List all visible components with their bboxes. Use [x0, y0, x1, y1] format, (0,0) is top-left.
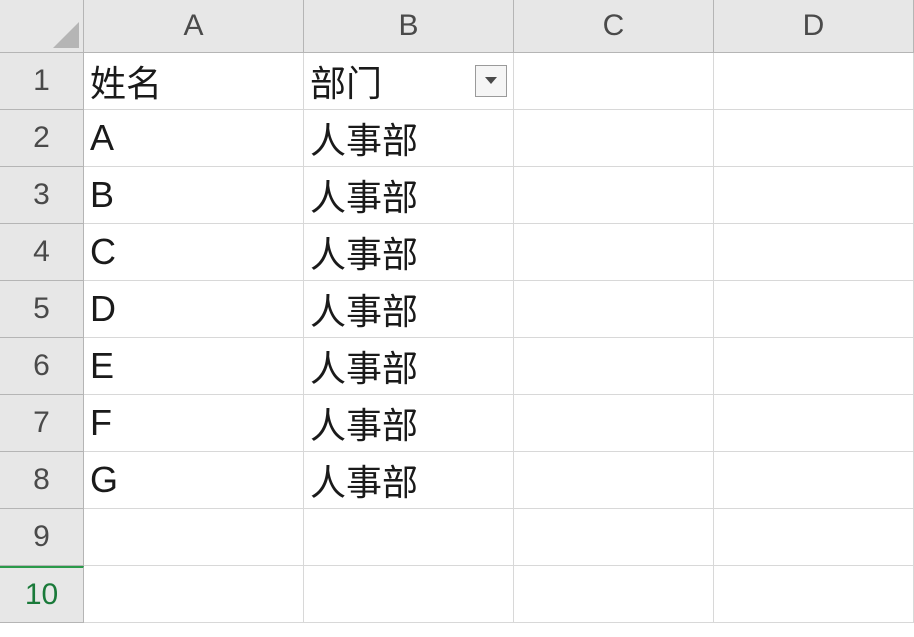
cell-A2[interactable]: A [84, 110, 304, 167]
cell-D5[interactable] [714, 281, 914, 338]
row-header-label: 2 [33, 121, 50, 155]
cell-value: 人事部 [310, 226, 418, 278]
cell-D4[interactable] [714, 224, 914, 281]
cell-D7[interactable] [714, 395, 914, 452]
cell-value: B [90, 174, 114, 216]
col-header-A[interactable]: A [84, 0, 304, 53]
cell-value: 人事部 [310, 340, 418, 392]
row-header-8[interactable]: 8 [0, 452, 84, 509]
cell-value: 人事部 [310, 112, 418, 164]
cell-A1[interactable]: 姓名 [84, 53, 304, 110]
cell-A10[interactable] [84, 566, 304, 623]
row-header-6[interactable]: 6 [0, 338, 84, 395]
cell-C7[interactable] [514, 395, 714, 452]
cell-A9[interactable] [84, 509, 304, 566]
cell-value: 部门 [310, 55, 382, 107]
chevron-down-icon [484, 76, 498, 86]
cell-value: C [90, 231, 116, 273]
cell-C6[interactable] [514, 338, 714, 395]
cell-C4[interactable] [514, 224, 714, 281]
row-header-10[interactable]: 10 [0, 566, 84, 623]
cell-C1[interactable] [514, 53, 714, 110]
cell-A4[interactable]: C [84, 224, 304, 281]
col-header-label: D [803, 9, 825, 43]
cell-value: 人事部 [310, 397, 418, 449]
cell-D10[interactable] [714, 566, 914, 623]
cell-C9[interactable] [514, 509, 714, 566]
spreadsheet-grid: A B C D 1 姓名 部门 2 A 人事部 3 B 人事部 4 C 人事部 … [0, 0, 914, 623]
col-header-label: A [183, 9, 203, 43]
cell-B4[interactable]: 人事部 [304, 224, 514, 281]
select-all-icon [53, 22, 79, 48]
cell-C8[interactable] [514, 452, 714, 509]
cell-B10[interactable] [304, 566, 514, 623]
cell-B8[interactable]: 人事部 [304, 452, 514, 509]
cell-value: 人事部 [310, 169, 418, 221]
row-header-7[interactable]: 7 [0, 395, 84, 452]
cell-D1[interactable] [714, 53, 914, 110]
cell-B1[interactable]: 部门 [304, 53, 514, 110]
row-header-2[interactable]: 2 [0, 110, 84, 167]
col-header-label: B [398, 9, 418, 43]
cell-C5[interactable] [514, 281, 714, 338]
row-header-9[interactable]: 9 [0, 509, 84, 566]
cell-A5[interactable]: D [84, 281, 304, 338]
cell-A6[interactable]: E [84, 338, 304, 395]
select-all-corner[interactable] [0, 0, 84, 53]
cell-value: 姓名 [90, 55, 162, 107]
cell-value: G [90, 459, 118, 501]
cell-A7[interactable]: F [84, 395, 304, 452]
row-header-5[interactable]: 5 [0, 281, 84, 338]
row-header-label: 1 [33, 64, 50, 98]
row-header-label: 3 [33, 178, 50, 212]
col-header-C[interactable]: C [514, 0, 714, 53]
cell-C10[interactable] [514, 566, 714, 623]
filter-dropdown-button[interactable] [475, 65, 507, 97]
cell-D8[interactable] [714, 452, 914, 509]
row-header-label: 6 [33, 349, 50, 383]
cell-B9[interactable] [304, 509, 514, 566]
cell-D3[interactable] [714, 167, 914, 224]
cell-B5[interactable]: 人事部 [304, 281, 514, 338]
cell-B2[interactable]: 人事部 [304, 110, 514, 167]
cell-value: 人事部 [310, 283, 418, 335]
row-header-label: 10 [25, 578, 58, 612]
row-header-label: 5 [33, 292, 50, 326]
cell-B6[interactable]: 人事部 [304, 338, 514, 395]
row-header-label: 7 [33, 406, 50, 440]
row-header-3[interactable]: 3 [0, 167, 84, 224]
cell-B3[interactable]: 人事部 [304, 167, 514, 224]
cell-D9[interactable] [714, 509, 914, 566]
cell-value: D [90, 288, 116, 330]
row-header-1[interactable]: 1 [0, 53, 84, 110]
cell-A8[interactable]: G [84, 452, 304, 509]
cell-A3[interactable]: B [84, 167, 304, 224]
col-header-B[interactable]: B [304, 0, 514, 53]
cell-C3[interactable] [514, 167, 714, 224]
col-header-label: C [603, 9, 625, 43]
cell-value: A [90, 117, 114, 159]
cell-D2[interactable] [714, 110, 914, 167]
row-header-4[interactable]: 4 [0, 224, 84, 281]
col-header-D[interactable]: D [714, 0, 914, 53]
cell-D6[interactable] [714, 338, 914, 395]
cell-B7[interactable]: 人事部 [304, 395, 514, 452]
cell-C2[interactable] [514, 110, 714, 167]
row-header-label: 9 [33, 520, 50, 554]
cell-value: E [90, 345, 114, 387]
cell-value: F [90, 402, 112, 444]
cell-value: 人事部 [310, 454, 418, 506]
row-header-label: 4 [33, 235, 50, 269]
row-header-label: 8 [33, 463, 50, 497]
